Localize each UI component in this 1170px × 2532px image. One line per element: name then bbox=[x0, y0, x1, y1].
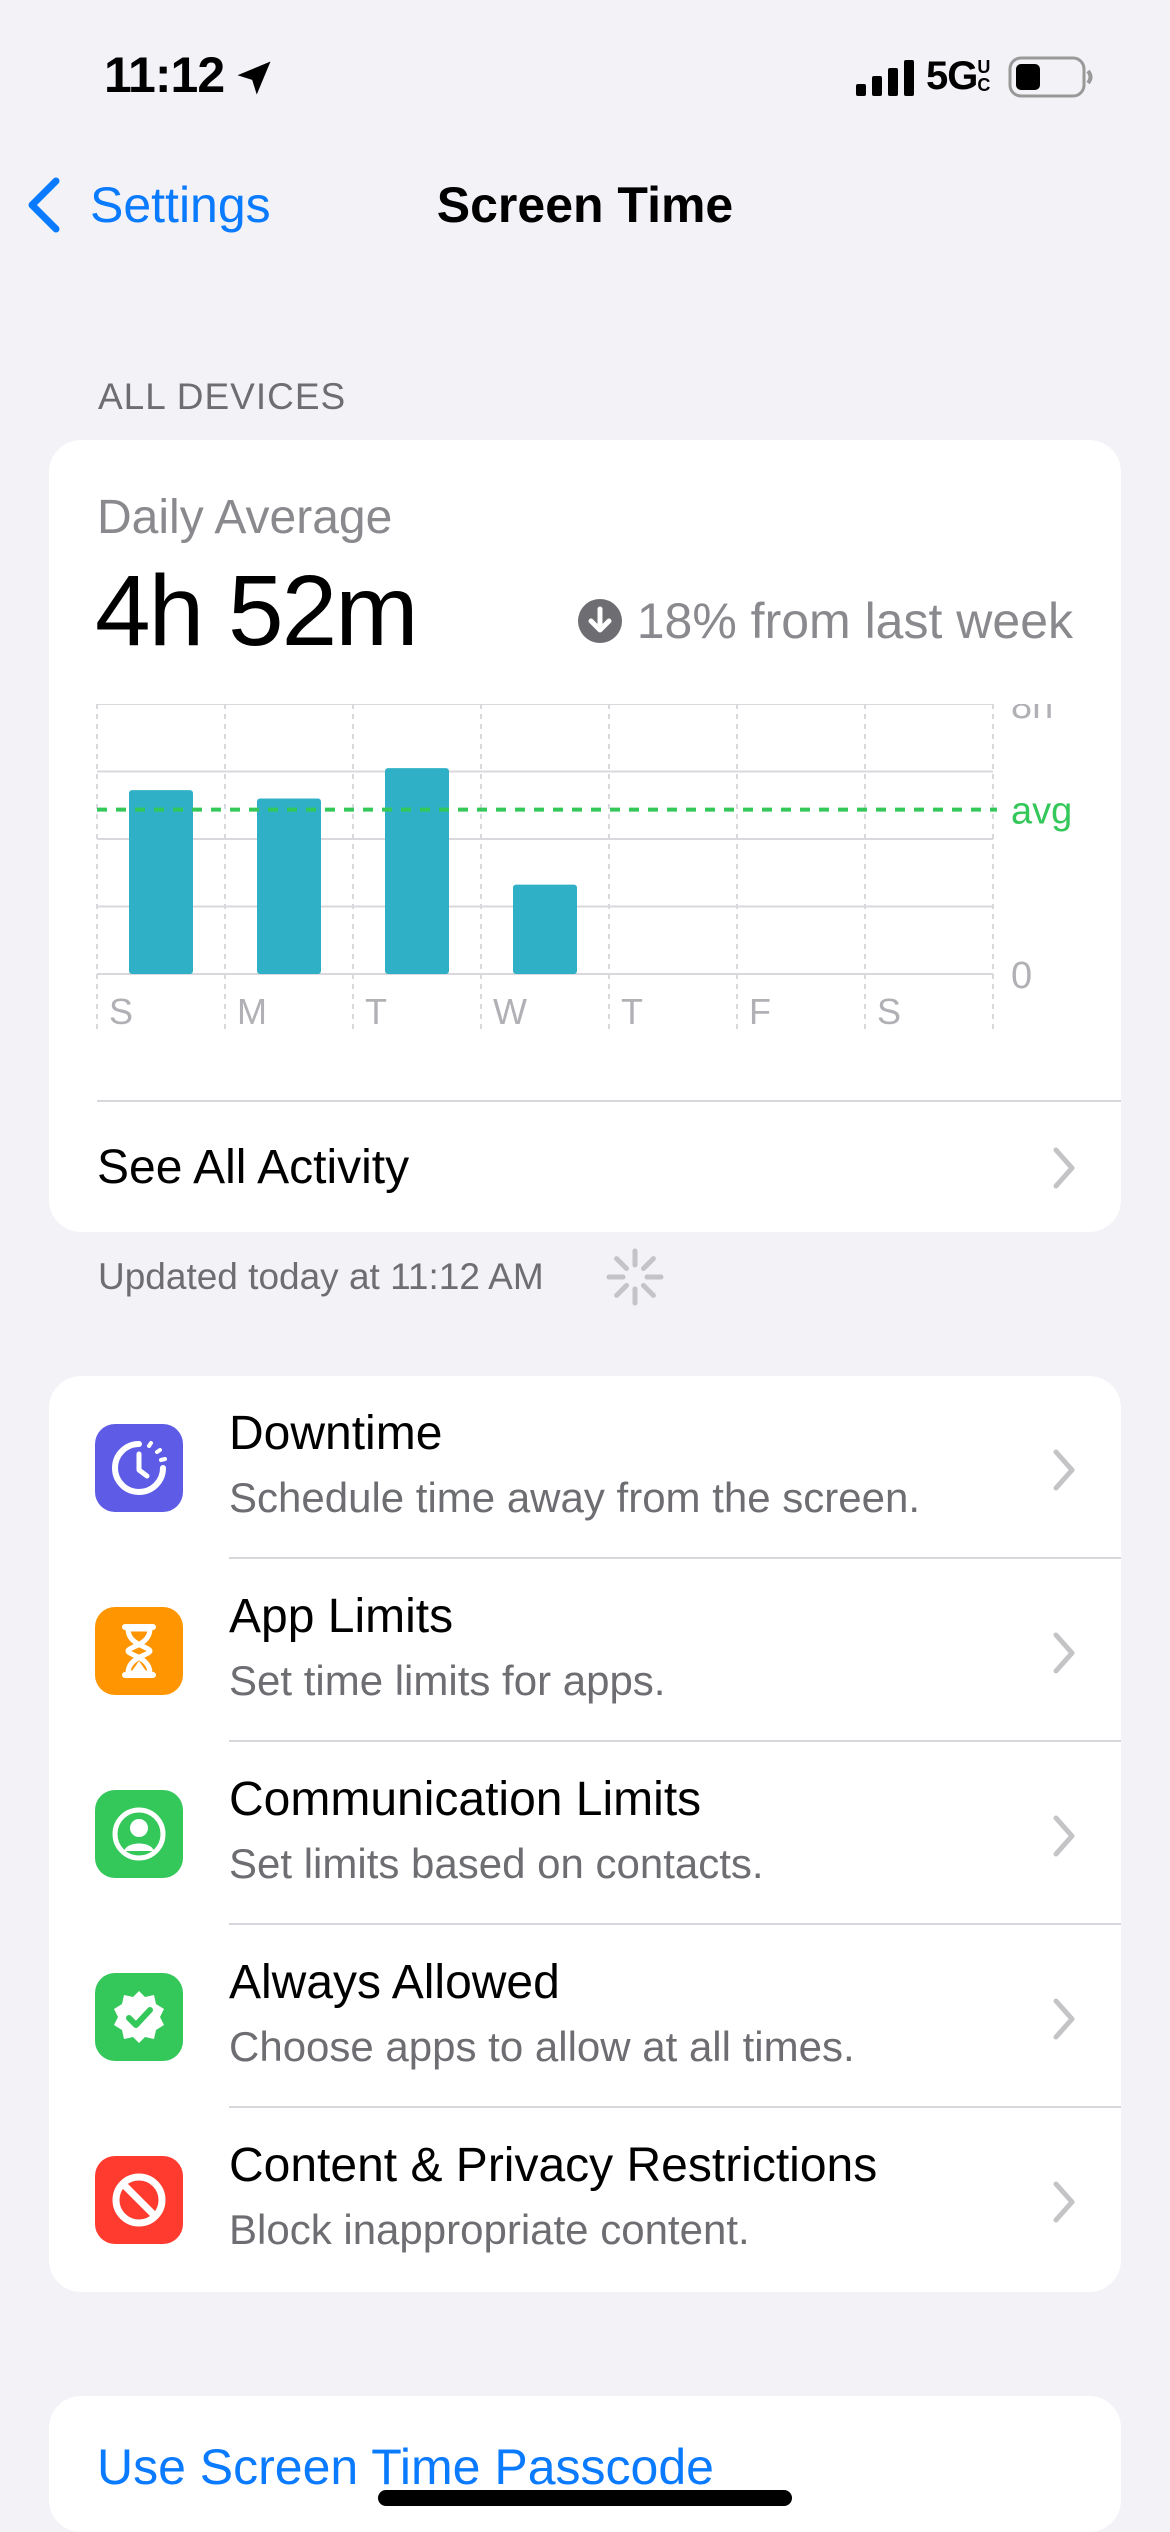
chart-x-label: T bbox=[621, 991, 643, 1032]
checkmark-seal-icon bbox=[95, 1973, 183, 2061]
page-title: Screen Time bbox=[436, 177, 734, 233]
usage-bar-chart: avg 8h 0 S M T W T F S bbox=[96, 685, 1072, 1034]
downtime-title: Downtime bbox=[229, 1407, 443, 1460]
daily-average-label: Daily Average bbox=[97, 491, 393, 544]
chevron-right-icon bbox=[1053, 1632, 1075, 1674]
weekly-change: 18% from last week bbox=[577, 592, 1073, 650]
prohibited-icon bbox=[95, 2156, 183, 2244]
section-header-all-devices: ALL DEVICES bbox=[98, 376, 347, 417]
hourglass-icon bbox=[95, 1607, 183, 1695]
chart-average-label: avg bbox=[1011, 791, 1072, 833]
daily-average-value: 4h 52m bbox=[95, 555, 419, 667]
downtime-icon bbox=[95, 1424, 183, 1512]
status-bar: 11:12 5GUC bbox=[0, 0, 1170, 150]
location-arrow-icon bbox=[237, 61, 271, 95]
chart-y-tick-label: 8h bbox=[1011, 704, 1053, 727]
chart-bar-2 bbox=[385, 768, 449, 974]
features-card: Downtime Schedule time away from the scr… bbox=[49, 1376, 1121, 2292]
daily-usage-chart[interactable]: avg 8h 0 S M T W T F S bbox=[49, 685, 1121, 1034]
chart-bar-0 bbox=[129, 790, 193, 974]
chevron-right-icon bbox=[1053, 1449, 1075, 1491]
activity-card: Daily Average 4h 52m 18% from last week … bbox=[49, 440, 1121, 1232]
use-passcode-button[interactable]: Use Screen Time Passcode bbox=[97, 2438, 714, 2496]
app-limits-row[interactable]: App Limits Set time limits for apps. bbox=[49, 1559, 1121, 1742]
downtime-row[interactable]: Downtime Schedule time away from the scr… bbox=[49, 1376, 1121, 1559]
updated-timestamp: Updated today at 11:12 AM bbox=[98, 1256, 544, 1297]
weekly-change-text: 18% from last week bbox=[636, 593, 1073, 649]
chart-x-label: W bbox=[493, 991, 527, 1032]
cellular-signal-icon bbox=[856, 60, 914, 96]
always-allowed-title: Always Allowed bbox=[229, 1956, 560, 2009]
chart-x-label: S bbox=[877, 991, 901, 1032]
chart-x-label: M bbox=[237, 991, 267, 1032]
chevron-right-icon bbox=[1053, 2181, 1075, 2223]
screen-time-screen: 11:12 5GUC Settings Screen Time ALL DEVI… bbox=[0, 0, 1170, 2532]
content-privacy-title: Content & Privacy Restrictions bbox=[229, 2139, 878, 2192]
communication-limits-subtitle: Set limits based on contacts. bbox=[229, 1840, 764, 1887]
chart-y-tick-label: 0 bbox=[1011, 955, 1032, 997]
network-type: 5GUC bbox=[926, 54, 990, 98]
passcode-card: Use Screen Time Passcode bbox=[49, 2396, 1121, 2532]
person-circle-icon bbox=[95, 1790, 183, 1878]
chart-bar-1 bbox=[257, 798, 321, 974]
content-privacy-subtitle: Block inappropriate content. bbox=[229, 2206, 750, 2253]
always-allowed-row[interactable]: Always Allowed Choose apps to allow at a… bbox=[49, 1925, 1121, 2108]
chart-bar-3 bbox=[513, 884, 577, 974]
downtime-subtitle: Schedule time away from the screen. bbox=[229, 1474, 920, 1521]
loading-spinner-icon bbox=[606, 1248, 664, 1306]
chevron-right-icon bbox=[1053, 1815, 1075, 1857]
app-limits-subtitle: Set time limits for apps. bbox=[229, 1657, 666, 1704]
see-all-activity-label: See All Activity bbox=[97, 1141, 410, 1194]
communication-limits-title: Communication Limits bbox=[229, 1773, 702, 1826]
battery-icon bbox=[1008, 56, 1093, 98]
chevron-right-icon bbox=[1053, 1998, 1075, 2040]
chart-x-label: S bbox=[109, 991, 133, 1032]
chart-x-label: T bbox=[365, 991, 387, 1032]
chevron-right-icon bbox=[1053, 1147, 1075, 1189]
status-time: 11:12 bbox=[104, 47, 225, 103]
content-privacy-row[interactable]: Content & Privacy Restrictions Block ina… bbox=[49, 2108, 1121, 2291]
communication-limits-row[interactable]: Communication Limits Set limits based on… bbox=[49, 1742, 1121, 1925]
app-limits-title: App Limits bbox=[229, 1590, 454, 1643]
home-indicator[interactable] bbox=[378, 2490, 792, 2506]
chart-x-label: F bbox=[749, 991, 771, 1032]
arrow-down-circle-icon bbox=[577, 599, 622, 643]
see-all-activity-row[interactable]: See All Activity bbox=[49, 1102, 1121, 1232]
always-allowed-subtitle: Choose apps to allow at all times. bbox=[229, 2023, 855, 2070]
